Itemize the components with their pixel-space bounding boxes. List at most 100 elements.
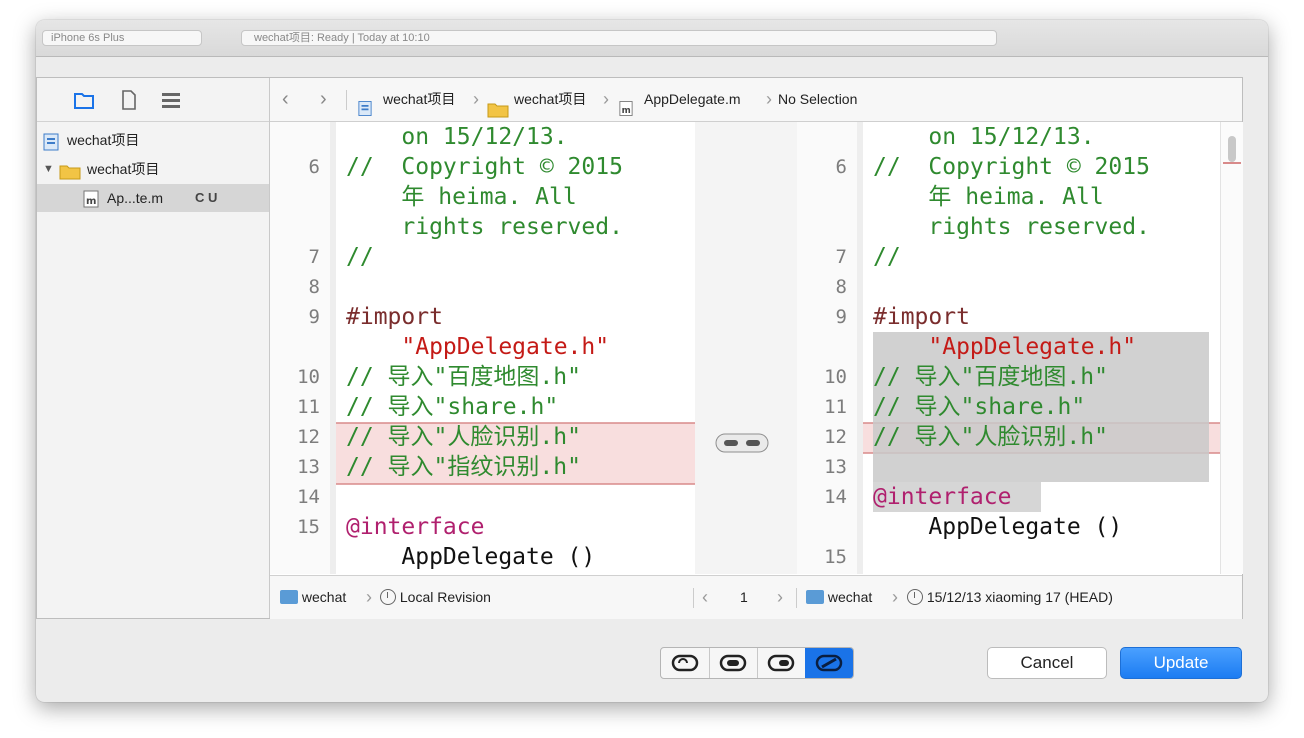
cancel-button[interactable]: Cancel (987, 647, 1107, 679)
line-number (280, 122, 320, 152)
nav-item-file-selected[interactable]: m Ap...te.m C U (37, 184, 269, 212)
line-number: 15 (297, 516, 320, 538)
nav-item-group[interactable]: ▼ wechat项目 (37, 155, 269, 183)
right-repo[interactable]: wechat (806, 576, 872, 619)
left-revision[interactable]: Local Revision (380, 576, 491, 619)
line-number: 13 (824, 456, 847, 478)
disclosure-triangle-icon[interactable]: ▼ (43, 155, 54, 183)
chevron-right-icon: › (366, 587, 372, 607)
chevron-right-icon: › (603, 89, 609, 109)
chevron-right-icon: › (766, 89, 772, 109)
folder-icon[interactable] (73, 89, 95, 111)
forward-button[interactable]: › (320, 78, 327, 121)
line-number: 12 (297, 426, 320, 448)
line-number (280, 182, 320, 212)
change-bar (857, 122, 863, 574)
merge-direction-control[interactable] (715, 433, 769, 453)
line-number: 10 (824, 366, 847, 388)
objc-m-file-icon: m (83, 189, 99, 217)
scroll-thumb[interactable] (1228, 136, 1236, 162)
repository-icon (806, 590, 824, 604)
line-number: 15 (824, 546, 847, 568)
line-number: 9 (835, 306, 847, 328)
code-line: // 导入"人脸识别.h" (346, 424, 581, 450)
code-line: on 15/12/13. (873, 124, 1095, 150)
code-line: // 导入"指纹识别.h" (346, 454, 581, 480)
line-number: 13 (297, 456, 320, 478)
code-line: "AppDelegate.h" (346, 334, 610, 360)
right-code-pane[interactable]: on 15/12/13. 6 // Copyright © 2015 年 heima… (797, 122, 1219, 574)
code-line: @interface (873, 484, 1012, 510)
line-number: 8 (835, 276, 847, 298)
vertical-scrollbar[interactable] (1220, 122, 1243, 574)
line-number: 11 (824, 396, 847, 418)
change-bar (330, 122, 336, 574)
back-button[interactable]: ‹ (282, 78, 289, 121)
code-line: 年 heima. All (873, 184, 1104, 210)
document-icon[interactable] (118, 89, 140, 111)
left-code-pane[interactable]: on 15/12/13. 6 // Copyright © 2015 年 heima… (270, 122, 695, 574)
previous-change-button[interactable]: ‹ (702, 576, 708, 619)
code-line: // 导入"share.h" (873, 394, 1086, 420)
comparison-footer: wechat › Local Revision ‹ 1 › wechat › 1… (270, 575, 1242, 619)
nav-item-label: Ap...te.m (107, 190, 164, 206)
scm-status-badge: C U (195, 190, 218, 205)
merge-gutter (695, 122, 797, 574)
mode-icon-2[interactable] (709, 648, 758, 678)
line-number: 6 (835, 156, 847, 178)
merge-mode-control[interactable] (660, 647, 854, 679)
update-button[interactable]: Update (1120, 647, 1242, 679)
line-number (280, 212, 320, 242)
left-repo-label: wechat (301, 589, 347, 605)
code-line: 年 heima. All (346, 184, 577, 210)
ignore-whitespace-icon[interactable] (661, 648, 710, 678)
divider (346, 90, 347, 110)
left-revision-label: Local Revision (399, 589, 491, 605)
window-titlebar: iPhone 6s Plus wechat项目: Ready | Today a… (36, 20, 1268, 57)
line-number (280, 542, 320, 572)
code-line: // (346, 244, 374, 270)
code-line: rights reserved. (346, 214, 623, 240)
right-repo-label: wechat (827, 589, 873, 605)
list-icon[interactable] (160, 89, 182, 111)
divider (693, 588, 694, 608)
line-number: 11 (297, 396, 320, 418)
mode-icon-3[interactable] (757, 648, 806, 678)
line-number (807, 212, 847, 242)
code-line: // Copyright © 2015 (346, 154, 623, 180)
navigator-tabs (37, 78, 269, 122)
breadcrumb-symbol[interactable]: No Selection (778, 78, 857, 121)
chevron-right-icon: › (892, 587, 898, 607)
code-line: AppDelegate () (873, 514, 1123, 540)
breadcrumb-group[interactable]: wechat项目 (514, 78, 586, 121)
file-navigator: wechat项目 ▼ wechat项目 m Ap...te.m C U (37, 78, 270, 618)
line-number (807, 122, 847, 152)
left-repo[interactable]: wechat (280, 576, 346, 619)
line-number: 10 (297, 366, 320, 388)
conflict-mode-icon[interactable] (805, 648, 853, 678)
scheme-selector[interactable]: iPhone 6s Plus (42, 30, 202, 46)
line-number: 7 (308, 246, 320, 268)
code-line: // 导入"百度地图.h" (346, 364, 581, 390)
merge-content: wechat项目 ▼ wechat项目 m Ap...te.m C U ‹ › (36, 77, 1243, 619)
line-number: 9 (308, 306, 320, 328)
breadcrumb-file[interactable]: AppDelegate.m (644, 78, 741, 121)
change-marker (1223, 162, 1241, 164)
right-revision[interactable]: 15/12/13 xiaoming 17 (HEAD) (907, 576, 1113, 619)
line-number: 8 (308, 276, 320, 298)
code-line: #import (873, 304, 970, 330)
code-line: #import (346, 304, 443, 330)
code-line: @interface (346, 514, 485, 540)
code-line: // Copyright © 2015 (873, 154, 1150, 180)
clock-icon (907, 589, 923, 605)
divider (796, 588, 797, 608)
code-line: // 导入"人脸识别.h" (873, 424, 1108, 450)
nav-item-label: wechat项目 (87, 161, 160, 177)
breadcrumb-project[interactable]: wechat项目 (383, 78, 455, 121)
next-change-button[interactable]: › (777, 576, 783, 619)
code-line: // 导入"百度地图.h" (873, 364, 1108, 390)
repository-icon (280, 590, 298, 604)
line-number (807, 332, 847, 362)
jump-bar: ‹ › wechat项目 › wechat项目 › m AppDelegate.… (270, 78, 1242, 122)
nav-item-project[interactable]: wechat项目 (37, 126, 269, 154)
